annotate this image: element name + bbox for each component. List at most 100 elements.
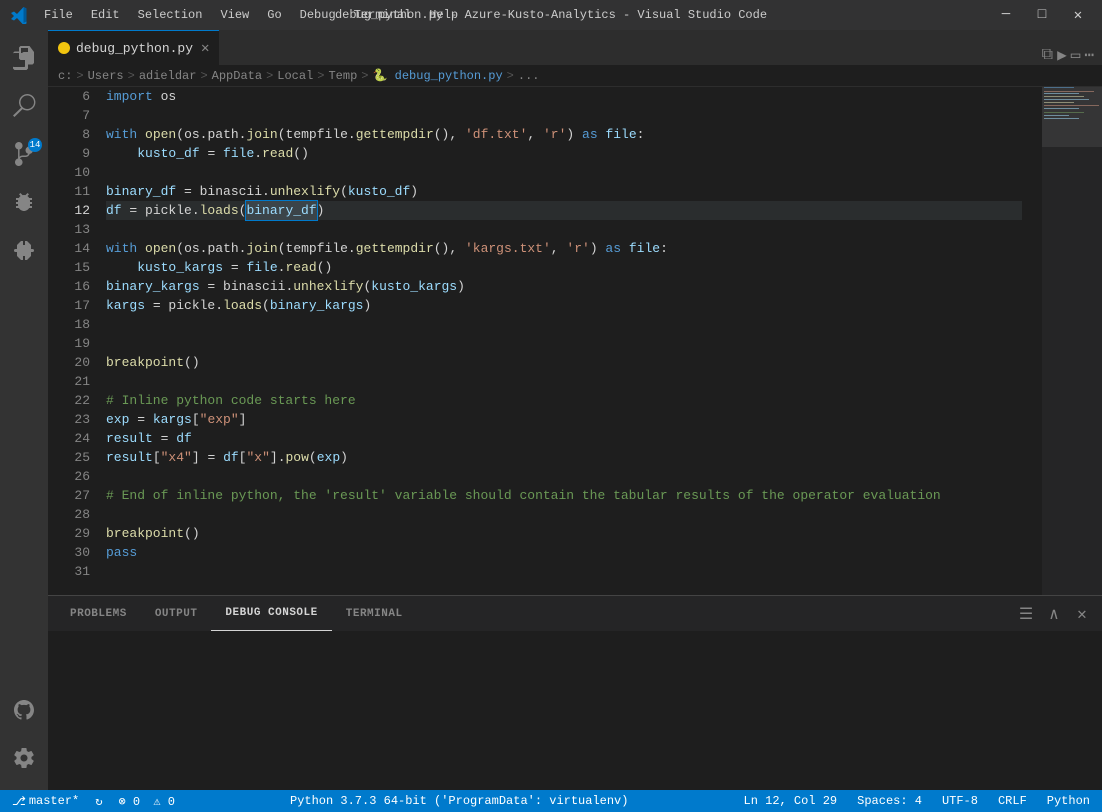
status-sync[interactable]: ↻ [91,790,106,812]
code-line-8: with open(os.path.join(tempfile.gettempd… [106,125,1022,144]
vscode-logo-icon [10,6,28,24]
menu-view[interactable]: View [212,6,257,24]
activity-icon-settings[interactable] [0,734,48,782]
panel-filter-button[interactable]: ☰ [1014,602,1038,626]
line-num-10: 10 [48,163,90,182]
status-python[interactable]: Python 3.7.3 64-bit ('ProgramData': virt… [286,790,632,812]
status-branch[interactable]: ⎇ master* [8,790,83,812]
breadcrumb-c[interactable]: c: [58,69,72,83]
tab-close-button[interactable]: ✕ [201,40,209,57]
menu-file[interactable]: File [36,6,81,24]
code-line-7 [106,106,1022,125]
main-layout: 14 [0,30,1102,790]
code-line-9: kusto_df = file.read() [106,144,1022,163]
panel-tab-debug-console[interactable]: DEBUG CONSOLE [211,596,331,631]
panel-close-button[interactable]: ✕ [1070,602,1094,626]
code-line-23: exp = kargs["exp"] [106,410,1022,429]
close-button[interactable]: ✕ [1064,4,1092,26]
status-ln-col[interactable]: Ln 12, Col 29 [740,790,842,812]
warnings-val: ⚠ 0 [153,794,175,809]
line-num-14: 14 [48,239,90,258]
status-bar-right: Ln 12, Col 29 Spaces: 4 UTF-8 CRLF Pytho… [740,790,1094,812]
status-errors[interactable]: ⊗ 0 ⚠ 0 [114,790,178,812]
status-encoding[interactable]: UTF-8 [938,790,982,812]
source-control-badge: 14 [28,138,42,152]
code-line-10 [106,163,1022,182]
panel-tabs-left: PROBLEMS OUTPUT DEBUG CONSOLE TERMINAL [56,596,417,631]
panel-tabs: PROBLEMS OUTPUT DEBUG CONSOLE TERMINAL ☰… [48,596,1102,631]
code-content[interactable]: import os with open(os.path.join(tempfil… [98,87,1022,595]
line-num-30: 30 [48,543,90,562]
line-num-31: 31 [48,562,90,581]
activity-icon-search[interactable] [0,82,48,130]
tab-bar: debug_python.py ✕ ⧉ ▶ ▭ ⋯ [48,30,1102,65]
panel-tab-terminal[interactable]: TERMINAL [332,596,417,631]
menu-go[interactable]: Go [259,6,289,24]
line-num-20: 20 [48,353,90,372]
errors-text: ⊗ 0 [118,794,140,809]
run-button[interactable]: ▶ [1057,45,1067,65]
activity-icon-debug[interactable] [0,178,48,226]
minimap [1022,87,1102,595]
spaces-text: Spaces: 4 [857,794,922,808]
activity-icon-extensions[interactable] [0,226,48,274]
line-num-26: 26 [48,467,90,486]
panel-tab-output[interactable]: OUTPUT [141,596,212,631]
title-bar-controls: ─ □ ✕ [992,4,1092,26]
status-spaces[interactable]: Spaces: 4 [853,790,926,812]
status-language[interactable]: Python [1043,790,1094,812]
activity-icon-explorer[interactable] [0,34,48,82]
line-num-7: 7 [48,106,90,125]
sync-icon: ↻ [95,794,102,809]
code-line-30: pass [106,543,1022,562]
breadcrumb-adieldar[interactable]: adieldar [139,69,197,83]
code-line-13 [106,220,1022,239]
breadcrumb-ellipsis[interactable]: ... [518,69,540,83]
line-num-19: 19 [48,334,90,353]
breadcrumb-temp[interactable]: Temp [328,69,357,83]
line-num-27: 27 [48,486,90,505]
line-num-29: 29 [48,524,90,543]
breadcrumb-file[interactable]: 🐍 debug_python.py [373,68,503,83]
status-line-ending[interactable]: CRLF [994,790,1031,812]
code-line-25: result["x4"] = df["x"].pow(exp) [106,448,1022,467]
code-line-22: # Inline python code starts here [106,391,1022,410]
line-num-24: 24 [48,429,90,448]
code-line-29: breakpoint() [106,524,1022,543]
split-editor-button[interactable]: ⧉ [1042,46,1053,64]
toggle-panel-button[interactable]: ▭ [1071,45,1081,65]
breadcrumb-users[interactable]: Users [88,69,124,83]
code-line-18 [106,315,1022,334]
breadcrumb-appdata[interactable]: AppData [212,69,262,83]
code-line-20: breakpoint() [106,353,1022,372]
code-line-16: binary_kargs = binascii.unhexlify(kusto_… [106,277,1022,296]
minimize-button[interactable]: ─ [992,4,1020,26]
menu-selection[interactable]: Selection [130,6,211,24]
code-line-24: result = df [106,429,1022,448]
panel-tab-problems[interactable]: PROBLEMS [56,596,141,631]
branch-name: master* [29,794,79,808]
title-bar: File Edit Selection View Go Debug Termin… [0,0,1102,30]
activity-icon-source-control[interactable]: 14 [0,130,48,178]
code-line-11: binary_df = binascii.unhexlify(kusto_df) [106,182,1022,201]
maximize-button[interactable]: □ [1028,4,1056,26]
panel-scroll-up-button[interactable]: ∧ [1042,602,1066,626]
code-line-31 [106,562,1022,581]
line-num-21: 21 [48,372,90,391]
bottom-panel: PROBLEMS OUTPUT DEBUG CONSOLE TERMINAL ☰… [48,595,1102,790]
line-num-16: 16 [48,277,90,296]
panel-content[interactable] [48,631,1102,790]
line-num-9: 9 [48,144,90,163]
python-version: Python 3.7.3 64-bit ('ProgramData': virt… [290,794,628,808]
line-num-28: 28 [48,505,90,524]
activity-bottom [0,686,48,790]
menu-edit[interactable]: Edit [83,6,128,24]
line-num-17: 17 [48,296,90,315]
activity-icon-github[interactable] [0,686,48,734]
breadcrumb-local[interactable]: Local [277,69,313,83]
ln-col-text: Ln 12, Col 29 [744,794,838,808]
code-editor: 6 7 8 9 10 11 12 13 14 15 16 17 18 19 20… [48,87,1102,595]
more-actions-button[interactable]: ⋯ [1084,45,1094,65]
line-ending-text: CRLF [998,794,1027,808]
editor-tab[interactable]: debug_python.py ✕ [48,30,219,65]
